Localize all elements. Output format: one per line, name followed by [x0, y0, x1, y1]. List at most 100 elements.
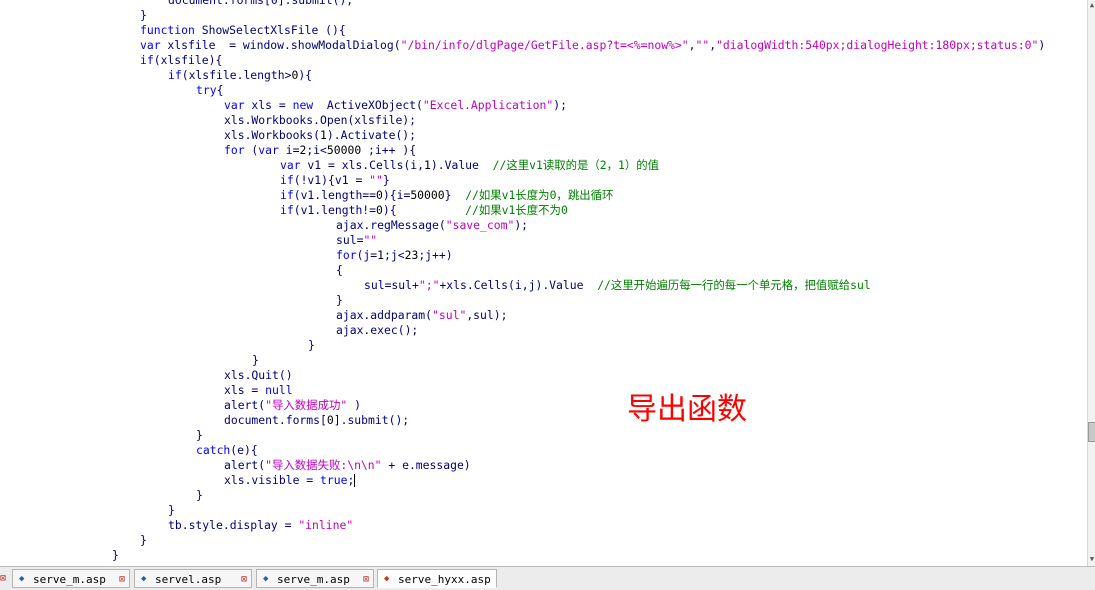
code-token: for	[336, 248, 357, 262]
code-line[interactable]: xls.Workbooks(1).Activate();	[224, 128, 416, 143]
code-token: (!v1){v1 =	[293, 173, 370, 187]
code-token: var	[140, 38, 161, 52]
code-token: 0	[376, 203, 383, 217]
code-line[interactable]: if(v1.length==0){i=50000} //如果v1长度为0，跳出循…	[280, 188, 613, 203]
tab-close-icon[interactable]: ⊠	[363, 570, 369, 587]
code-line[interactable]: sul=""	[336, 233, 377, 248]
code-token: (v1.length==	[293, 188, 377, 202]
code-line[interactable]: }	[140, 533, 147, 548]
code-line[interactable]: var xls = new ActiveXObject("Excel.Appli…	[224, 98, 567, 113]
code-line[interactable]: alert("导入数据失败:\n\n" + e.message)	[224, 458, 471, 473]
code-line[interactable]: }	[308, 338, 315, 353]
file-icon: ◆	[141, 574, 147, 584]
code-line[interactable]: }	[252, 353, 259, 368]
code-line[interactable]: xls.visible = true;	[224, 473, 356, 488]
code-token: //这里开始遍历每一行的每一个单元格，把值赋给sul	[597, 278, 871, 292]
code-token: 0	[326, 413, 334, 427]
code-token: v1 = xls.Cells(i,	[300, 158, 425, 172]
code-line[interactable]: xls.Workbooks.Open(xlsfile);	[224, 113, 416, 128]
code-line[interactable]: function ShowSelectXlsFile (){	[140, 23, 346, 38]
scroll-up-arrow-icon[interactable]: ▲	[1088, 0, 1095, 10]
code-token: "/bin/info/dlgPage/GetFile.asp?t=<%=now%…	[400, 38, 689, 52]
code-line[interactable]: ajax.exec();	[336, 323, 418, 338]
code-line[interactable]: for (var i=2;i<50000 ;i++ ){	[224, 143, 416, 158]
code-line[interactable]: for(j=1;j<23;j++)	[336, 248, 453, 263]
tab-servel-asp[interactable]: ◆ servel.asp ⊠	[134, 569, 252, 588]
tab-label: serve_m.asp	[33, 573, 106, 586]
close-icon[interactable]: ⊠	[0, 569, 10, 588]
code-token: ""	[369, 173, 383, 187]
code-token: var	[224, 98, 245, 112]
code-line[interactable]: }	[336, 293, 343, 308]
code-line[interactable]: var v1 = xls.Cells(i,1).Value //这里v1读取的是…	[280, 158, 659, 173]
code-token: {	[216, 83, 224, 97]
code-token: }	[252, 353, 259, 367]
code-token: "dialogWidth:540px;dialogHeight:180px;st…	[716, 38, 1039, 52]
code-line[interactable]: }	[112, 548, 119, 563]
code-token: }	[308, 338, 315, 352]
code-token: 0	[376, 188, 383, 202]
code-line[interactable]: document.forms[0].submit();	[168, 0, 353, 8]
code-token: if	[280, 188, 294, 202]
tab-serve-m-asp-1[interactable]: ◆ serve_m.asp ⊠	[12, 569, 130, 588]
code-token: }	[196, 428, 203, 442]
code-line[interactable]: {	[336, 263, 343, 278]
code-line[interactable]: catch(e){	[196, 443, 258, 458]
code-line[interactable]: }	[196, 428, 203, 443]
code-line[interactable]: if(v1.length!=0){ //如果v1长度不为0	[280, 203, 568, 218]
tab-close-icon[interactable]: ⊠	[241, 570, 247, 587]
tab-serve-hyxx-asp[interactable]: ◆ serve_hyxx.asp	[377, 569, 497, 588]
code-line[interactable]: ajax.regMessage("save_com");	[336, 218, 528, 233]
code-line[interactable]: sul=sul+";"+xls.Cells(i,j).Value //这里开始遍…	[364, 278, 871, 293]
code-token: //这里v1读取的是（2，1）的值	[492, 158, 660, 172]
code-token: alert(	[224, 458, 266, 472]
code-line[interactable]: ajax.addparam("sul",sul);	[336, 308, 507, 323]
code-line[interactable]: if(xlsfile.length>0){	[168, 68, 312, 83]
code-token: ;	[347, 473, 355, 487]
code-token: var	[280, 158, 301, 172]
code-token: )	[1038, 38, 1046, 52]
code-editor[interactable]: document.forms[0].submit();} function Sho…	[0, 0, 1087, 566]
code-token: sul=sul+	[364, 278, 419, 292]
code-token: +xls.Cells(i,j).Value	[439, 278, 598, 292]
code-line[interactable]: tb.style.display = "inline"	[168, 518, 353, 533]
tab-label: servel.asp	[155, 573, 222, 586]
tab-close-icon[interactable]: ⊠	[119, 570, 125, 587]
scrollbar-thumb[interactable]	[1088, 422, 1095, 442]
code-token: ,sul);	[466, 308, 508, 322]
code-token: tb.style.display =	[168, 518, 299, 532]
code-token: ;j++)	[418, 248, 453, 262]
code-token: true	[320, 473, 348, 487]
code-token: "导入数据失败:\n\n"	[265, 458, 382, 472]
code-line[interactable]: if(xlsfile){	[140, 53, 222, 68]
code-token: "save_com"	[445, 218, 515, 232]
code-token: try	[196, 83, 217, 97]
code-line[interactable]: xls = null	[224, 383, 293, 398]
scroll-down-arrow-icon[interactable]: ▼	[1088, 554, 1095, 564]
code-token: if	[168, 68, 182, 82]
code-line[interactable]: document.forms[0].submit();	[224, 413, 409, 428]
code-line[interactable]: }	[140, 8, 147, 23]
code-line[interactable]: }	[168, 503, 175, 518]
code-line[interactable]: xls.Quit()	[224, 368, 293, 383]
code-token: ,	[688, 38, 696, 52]
code-token: ;i++ ){	[361, 143, 417, 157]
vertical-scrollbar[interactable]: ▲ ▼	[1087, 0, 1095, 566]
code-token: }	[112, 548, 119, 562]
code-token: );	[553, 98, 567, 112]
code-line[interactable]: try{	[196, 83, 223, 98]
code-token: xls.Quit()	[224, 368, 293, 382]
code-token: i=	[278, 143, 300, 157]
code-token: 1	[424, 158, 431, 172]
code-line[interactable]: var xlsfile = window.showModalDialog("/b…	[140, 38, 1045, 53]
code-token: ActiveXObject(	[313, 98, 423, 112]
tab-serve-m-asp-2[interactable]: ◆ serve_m.asp ⊠	[256, 569, 374, 588]
code-token: null	[265, 383, 293, 397]
code-line[interactable]: }	[196, 488, 203, 503]
code-token: ).Activate();	[326, 128, 417, 142]
code-token: var	[258, 143, 279, 157]
code-token: xls =	[244, 98, 293, 112]
code-line[interactable]: if(!v1){v1 = ""}	[280, 173, 390, 188]
code-token: for	[224, 143, 245, 157]
code-line[interactable]: alert("导入数据成功" )	[224, 398, 361, 413]
